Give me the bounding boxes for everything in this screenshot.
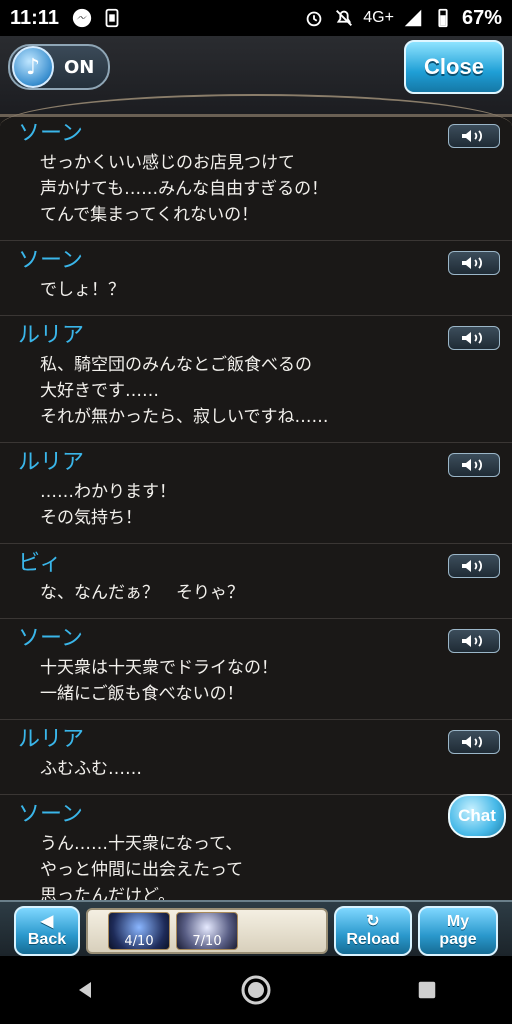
- alarm-icon: [303, 7, 325, 29]
- game-bottom-bar: ◀ Back 4/10 7/10 ↻ Reload My page: [0, 900, 512, 958]
- close-button[interactable]: Close: [404, 40, 504, 94]
- music-toggle-label: ON: [64, 56, 95, 78]
- reload-icon: ↻: [366, 913, 380, 930]
- battery-icon: [432, 7, 454, 29]
- reload-label: Reload: [346, 931, 400, 948]
- ap-gauge: 4/10: [108, 912, 170, 950]
- speaker-icon: [462, 332, 482, 344]
- speaker-icon: [462, 130, 482, 142]
- dialogue-line: 十天衆は十天衆でドライなの！: [40, 658, 278, 678]
- dialogue-line: 一緒にご飯も食べないの！: [40, 684, 244, 704]
- log-entry: ルリア 私、騎空団のみんなとご飯食べるの 大好きです…… それが無かったら、寂し…: [0, 316, 512, 443]
- speaker-name: ソーン: [18, 248, 83, 273]
- speaker-name: ソーン: [18, 802, 83, 827]
- voice-play-button[interactable]: [448, 730, 500, 754]
- music-toggle-button[interactable]: ♪ ON: [8, 44, 110, 90]
- reload-button[interactable]: ↻ Reload: [334, 906, 412, 956]
- chat-button[interactable]: Chat: [448, 794, 506, 838]
- log-entry: ルリア ……わかります！ その気持ち！: [0, 443, 512, 544]
- dialogue-line: ふむふむ……: [40, 759, 142, 779]
- messenger-icon: [71, 7, 93, 29]
- dialogue-line: でしょ！？: [40, 280, 125, 300]
- voice-play-button[interactable]: [448, 453, 500, 477]
- speaker-icon: [462, 459, 482, 471]
- speaker-icon: [462, 736, 482, 748]
- dialogue-log[interactable]: ソーン せっかくいい感じのお店見つけて 声かけても……みんな自由すぎるの！ てん…: [0, 114, 512, 900]
- voice-play-button[interactable]: [448, 629, 500, 653]
- voice-play-button[interactable]: [448, 326, 500, 350]
- status-bar: 11:11 4G+ 67%: [0, 0, 512, 36]
- mypage-button[interactable]: My page: [418, 906, 498, 956]
- dialogue-line: せっかくいい感じのお店見つけて: [40, 153, 295, 173]
- mypage-label-line1: My: [446, 913, 470, 930]
- speaker-name: ソーン: [18, 121, 83, 146]
- back-button[interactable]: ◀ Back: [14, 906, 80, 956]
- speaker-icon: [462, 257, 482, 269]
- log-entry: ルリア ふむふむ……: [0, 720, 512, 795]
- voice-play-button[interactable]: [448, 251, 500, 275]
- back-label: Back: [27, 931, 67, 948]
- bp-gauge: 7/10: [176, 912, 238, 950]
- battery-percent: 67%: [461, 6, 502, 29]
- dialogue-line: てんで集まってくれないの！: [40, 205, 259, 225]
- speaker-name: ルリア: [18, 727, 85, 752]
- network-label: 4G+: [363, 9, 394, 26]
- dialogue-line: その気持ち！: [40, 508, 142, 528]
- speaker-icon: [462, 635, 482, 647]
- log-entry: ソーン 十天衆は十天衆でドライなの！ 一緒にご飯も食べないの！: [0, 619, 512, 720]
- signal-icon: [402, 7, 424, 29]
- ap-value: 4/10: [124, 934, 154, 949]
- dialogue-line: それが無かったら、寂しいですね……: [40, 407, 329, 427]
- speaker-name: ルリア: [18, 450, 85, 475]
- dialogue-line: やっと仲間に出会えたって: [40, 860, 244, 880]
- log-entry: ビィ な、なんだぁ？ そりゃ？: [0, 544, 512, 619]
- mypage-label-line2: page: [439, 931, 477, 948]
- speaker-name: ソーン: [18, 626, 83, 651]
- ap-bp-panel: 4/10 7/10: [86, 908, 328, 954]
- dialogue-line: な、なんだぁ？ そりゃ？: [40, 583, 244, 603]
- dialogue-line: ……わかります！: [40, 482, 176, 502]
- speaker-name: ビィ: [18, 551, 62, 576]
- status-time: 11:11: [10, 6, 59, 29]
- speaker-name: ルリア: [18, 323, 85, 348]
- log-entry: ソーン うん……十天衆になって、 やっと仲間に出会えたって 思ったんだけど。: [0, 795, 512, 900]
- dialogue-line: 大好きです……: [40, 381, 159, 401]
- clipboard-icon: [101, 7, 123, 29]
- bp-value: 7/10: [192, 934, 222, 949]
- log-header: ♪ ON Close: [0, 36, 512, 117]
- log-entry: ソーン せっかくいい感じのお店見つけて 声かけても……みんな自由すぎるの！ てん…: [0, 114, 512, 241]
- log-entry: ソーン でしょ！？: [0, 241, 512, 316]
- speaker-icon: [462, 560, 482, 572]
- dialogue-line: 声かけても……みんな自由すぎるの！: [40, 179, 329, 199]
- mute-icon: [333, 7, 355, 29]
- android-nav-bar: [0, 956, 512, 1024]
- nav-home-icon[interactable]: [236, 970, 276, 1010]
- music-note-icon: ♪: [12, 46, 54, 88]
- back-arrow-icon: ◀: [40, 913, 54, 930]
- nav-recents-icon[interactable]: [407, 970, 447, 1010]
- dialogue-line: 私、騎空団のみんなとご飯食べるの: [40, 355, 312, 375]
- nav-back-icon[interactable]: [65, 970, 105, 1010]
- voice-play-button[interactable]: [448, 554, 500, 578]
- dialogue-line: 思ったんだけど。: [40, 886, 176, 900]
- voice-play-button[interactable]: [448, 124, 500, 148]
- dialogue-line: うん……十天衆になって、: [40, 834, 243, 854]
